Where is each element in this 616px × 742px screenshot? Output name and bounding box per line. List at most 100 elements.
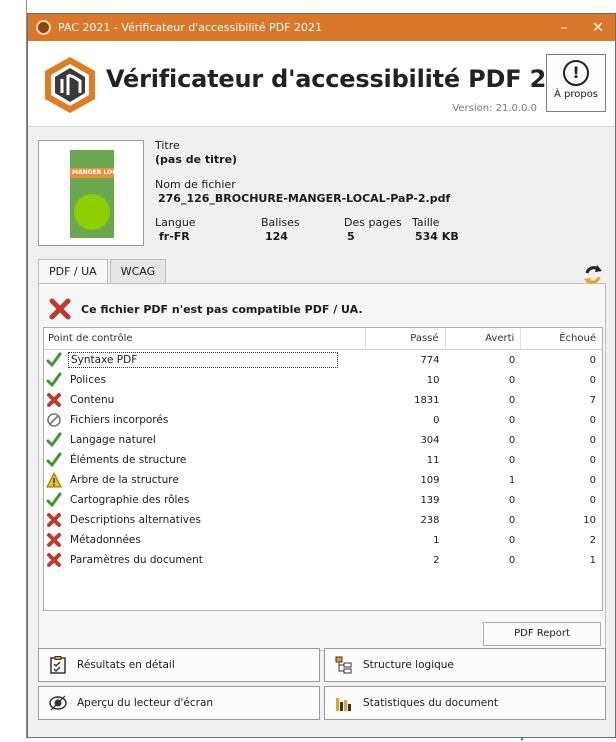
version-label: Version: 21.0.0.0: [452, 103, 537, 114]
red-x-icon: [46, 532, 62, 548]
column-failed[interactable]: Échoué: [521, 328, 602, 349]
tags-value: 124: [265, 230, 288, 243]
check-icon: [46, 352, 62, 368]
column-checkpoint[interactable]: Point de contrôle: [44, 328, 366, 349]
checkpoint-name: Arbre de la structure: [70, 474, 179, 486]
table-row[interactable]: Polices 10 0 0: [44, 370, 602, 390]
checkpoint-name: Cartographie des rôles: [70, 494, 190, 506]
about-button[interactable]: ! À propos: [546, 54, 606, 112]
passed-cell: 0: [433, 414, 440, 426]
tab-pdf-ua[interactable]: PDF / UA: [38, 259, 108, 284]
about-label: À propos: [553, 89, 599, 100]
compliance-message: Ce fichier PDF n'est pas compatible PDF …: [81, 302, 363, 316]
checkpoint-cell: Polices: [44, 372, 366, 388]
column-warned[interactable]: Averti: [446, 328, 522, 349]
failed-cell: 0: [589, 494, 596, 506]
background-window-edge: [0, 0, 27, 738]
passed-cell: 10: [426, 374, 440, 386]
red-x-icon: [46, 552, 62, 568]
title-value: (pas de titre): [155, 153, 238, 166]
detailed-results-button[interactable]: Résultats en détail: [38, 648, 320, 682]
failed-cell: 0: [589, 414, 596, 426]
checkpoint-name: Paramètres du document: [70, 554, 203, 566]
header: Vérificateur d'accessibilité PDF 2021 Ve…: [28, 41, 615, 127]
pages-caption: Des pages: [344, 216, 402, 229]
check-icon: [46, 492, 62, 508]
passed-cell: 1831: [414, 394, 440, 406]
screen-reader-preview-button[interactable]: Aperçu du lecteur d'écran: [38, 686, 320, 720]
eye-icon: [49, 695, 67, 711]
checkpoint-name: Métadonnées: [70, 534, 141, 546]
red-x-icon: [49, 298, 71, 320]
logical-structure-button[interactable]: Structure logique: [324, 648, 606, 682]
checkpoint-cell: Paramètres du document: [44, 552, 366, 568]
structure-tree-icon: [335, 656, 352, 674]
filename-caption: Nom de fichier: [155, 178, 236, 191]
table-row[interactable]: Contenu 1831 0 7: [44, 390, 602, 410]
title-caption: Titre: [155, 139, 180, 152]
tags-caption: Balises: [261, 216, 300, 229]
checkpoint-cell: Descriptions alternatives: [44, 512, 366, 528]
table-row[interactable]: Cartographie des rôles 139 0 0: [44, 490, 602, 510]
app-heading: Vérificateur d'accessibilité PDF 2021: [106, 65, 596, 93]
passed-cell: 238: [420, 514, 440, 526]
screen-reader-preview-label: Aperçu du lecteur d'écran: [77, 697, 214, 709]
passed-cell: 1: [433, 534, 440, 546]
table-row[interactable]: Langage naturel 304 0 0: [44, 430, 602, 450]
document-statistics-button[interactable]: Statistiques du document: [324, 686, 606, 720]
passed-cell: 109: [420, 474, 440, 486]
failed-cell: 10: [583, 514, 596, 526]
passed-cell: 11: [426, 454, 440, 466]
pages-value: 5: [347, 230, 355, 243]
checkpoint-cell: Langage naturel: [44, 432, 366, 448]
table-row[interactable]: Syntaxe PDF 774 0 0: [44, 350, 602, 370]
warned-cell: 0: [508, 414, 516, 426]
table-row[interactable]: Descriptions alternatives 238 0 10: [44, 510, 602, 530]
checkpoint-cell: Contenu: [44, 392, 366, 408]
failed-cell: 7: [589, 394, 596, 406]
checkpoint-name: Contenu: [70, 394, 115, 406]
pdf-report-button[interactable]: PDF Report: [483, 622, 601, 646]
table-row[interactable]: Métadonnées 1 0 2: [44, 530, 602, 550]
check-icon: [46, 432, 62, 448]
warned-cell: 0: [508, 514, 516, 526]
thumbnail-text: MANGER LOCAL: [72, 169, 125, 176]
failed-cell: 0: [589, 374, 596, 386]
table-row[interactable]: Fichiers incorporés 0 0 0: [44, 410, 602, 430]
table-row[interactable]: Paramètres du document 2 0 1: [44, 550, 602, 570]
close-button[interactable]: ✕: [581, 20, 615, 36]
warned-cell: 0: [508, 494, 516, 506]
app-icon: [36, 20, 51, 35]
document-statistics-label: Statistiques du document: [363, 697, 498, 709]
checkpoint-cell: Syntaxe PDF: [44, 352, 366, 368]
table-row[interactable]: Arbre de la structure 109 1 0: [44, 470, 602, 490]
table-row[interactable]: Éléments de structure 11 0 0: [44, 450, 602, 470]
failed-cell: 0: [589, 354, 596, 366]
language-value: fr-FR: [159, 230, 190, 243]
checkpoint-cell: Fichiers incorporés: [44, 412, 366, 428]
minimize-button[interactable]: –: [547, 20, 581, 36]
red-x-icon: [46, 392, 62, 408]
tab-wcag[interactable]: WCAG: [109, 259, 167, 283]
logical-structure-label: Structure logique: [363, 659, 454, 671]
detailed-results-label: Résultats en détail: [77, 659, 175, 671]
tab-bar: PDF / UA WCAG: [38, 259, 168, 284]
failed-cell: 0: [589, 454, 596, 466]
column-passed[interactable]: Passé: [366, 328, 446, 349]
bar-chart-icon: [336, 698, 351, 711]
failed-cell: 0: [589, 434, 596, 446]
passed-cell: 774: [420, 354, 440, 366]
warned-cell: 0: [508, 554, 516, 566]
checkpoint-cell: Arbre de la structure: [44, 471, 366, 488]
checkpoint-name: Polices: [70, 374, 106, 386]
title-bar: PAC 2021 - Vérificateur d'accessibilité …: [28, 14, 615, 41]
warned-cell: 1: [508, 474, 516, 486]
window-title: PAC 2021 - Vérificateur d'accessibilité …: [58, 21, 322, 34]
checkpoint-cell: Métadonnées: [44, 532, 366, 548]
size-value: 534 KB: [415, 230, 459, 243]
filename-value: 276_126_BROCHURE-MANGER-LOCAL-PaP-2.pdf: [158, 192, 451, 205]
passed-cell: 139: [420, 494, 440, 506]
passed-cell: 2: [433, 554, 440, 566]
check-icon: [46, 452, 62, 468]
check-icon: [46, 372, 62, 388]
